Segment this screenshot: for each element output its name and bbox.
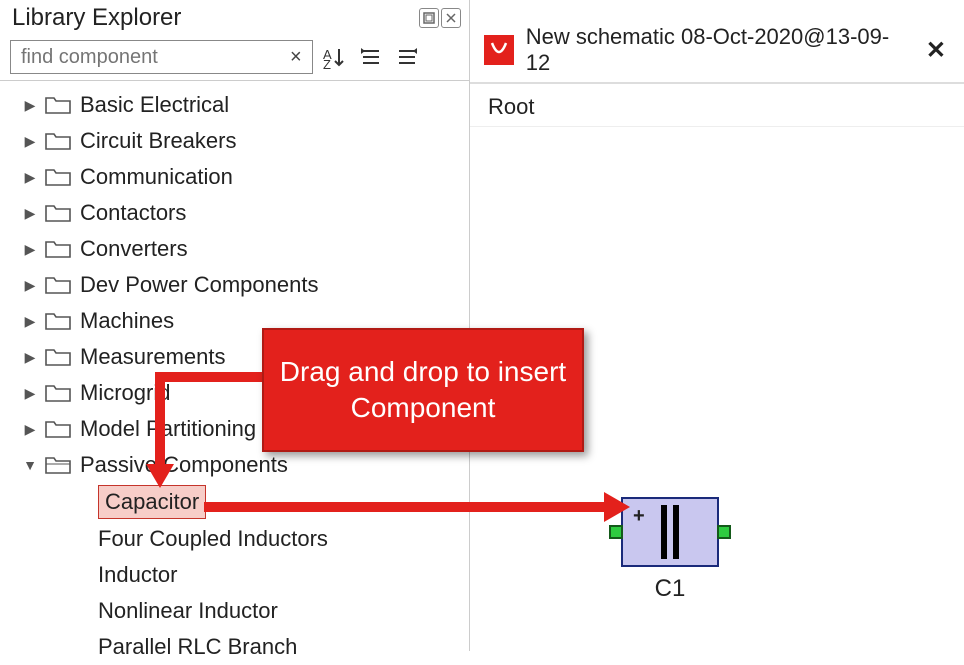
port-right[interactable] <box>717 525 731 539</box>
folder-icon <box>44 415 72 443</box>
tree-label: Converters <box>80 233 188 265</box>
tree-label: Measurements <box>80 341 226 373</box>
folder-icon <box>44 271 72 299</box>
tree-category-converters[interactable]: ▶ Converters <box>0 231 469 267</box>
tree-label: Communication <box>80 161 233 193</box>
clear-search-icon[interactable]: × <box>288 46 304 69</box>
chevron-right-icon: ▶ <box>20 305 40 337</box>
close-tab-icon[interactable]: ✕ <box>922 36 950 65</box>
folder-icon <box>44 343 72 371</box>
chevron-right-icon: ▶ <box>20 125 40 157</box>
schematic-panel: New schematic 08-Oct-2020@13-09-12 ✕ Roo… <box>470 0 964 651</box>
tree-category-contactors[interactable]: ▶ Contactors <box>0 195 469 231</box>
schematic-tab[interactable]: New schematic 08-Oct-2020@13-09-12 ✕ <box>470 0 964 84</box>
folder-icon <box>44 235 72 263</box>
folder-open-icon <box>44 451 72 479</box>
tree-item-four-coupled-inductors[interactable]: Four Coupled Inductors <box>0 521 469 557</box>
app-logo-icon <box>484 35 514 65</box>
close-panel-icon[interactable] <box>441 8 461 28</box>
annotation-callout: Drag and drop to insert Component <box>262 328 584 452</box>
tree-item-label: Four Coupled Inductors <box>98 523 328 555</box>
polarity-plus-icon: + <box>633 505 645 528</box>
breadcrumb[interactable]: Root <box>470 88 964 127</box>
tree-category-circuit-breakers[interactable]: ▶ Circuit Breakers <box>0 123 469 159</box>
tree-label: Model Partitioning <box>80 413 256 445</box>
port-left[interactable] <box>609 525 623 539</box>
tab-title: New schematic 08-Oct-2020@13-09-12 <box>522 24 914 76</box>
tree-category-communication[interactable]: ▶ Communication <box>0 159 469 195</box>
detach-panel-icon[interactable] <box>419 8 439 28</box>
tree-item-inductor[interactable]: Inductor <box>0 557 469 593</box>
folder-icon <box>44 127 72 155</box>
tree-item-label: Nonlinear Inductor <box>98 595 278 627</box>
svg-text:Z: Z <box>323 57 331 69</box>
search-input-container: × <box>10 40 313 74</box>
component-label: C1 <box>610 575 730 603</box>
annotation-arrow-down <box>155 372 165 468</box>
search-input[interactable] <box>19 45 288 70</box>
expand-all-icon[interactable] <box>393 43 421 71</box>
sort-icon[interactable]: AZ <box>321 43 349 71</box>
folder-icon <box>44 307 72 335</box>
tree-item-parallel-rlc-branch[interactable]: Parallel RLC Branch <box>0 629 469 665</box>
chevron-down-icon: ▼ <box>20 449 40 481</box>
tree-item-label: Inductor <box>98 559 178 591</box>
capacitor-symbol: + <box>621 497 719 567</box>
folder-icon <box>44 199 72 227</box>
tree-item-nonlinear-inductor[interactable]: Nonlinear Inductor <box>0 593 469 629</box>
tree-label: Machines <box>80 305 174 337</box>
tree-label: Circuit Breakers <box>80 125 236 157</box>
tree-category-dev-power[interactable]: ▶ Dev Power Components <box>0 267 469 303</box>
chevron-right-icon: ▶ <box>20 413 40 445</box>
tree-label: Basic Electrical <box>80 89 229 121</box>
tree-category-passive-components[interactable]: ▼ Passive Components <box>0 447 469 483</box>
tree-category-basic-electrical[interactable]: ▶ Basic Electrical <box>0 87 469 123</box>
chevron-right-icon: ▶ <box>20 341 40 373</box>
chevron-right-icon: ▶ <box>20 377 40 409</box>
tree-item-label: Capacitor <box>98 485 206 519</box>
library-explorer-panel: Library Explorer × AZ ▶ Basic Ele <box>0 0 470 651</box>
folder-icon <box>44 91 72 119</box>
chevron-right-icon: ▶ <box>20 269 40 301</box>
chevron-right-icon: ▶ <box>20 161 40 193</box>
folder-icon <box>44 379 72 407</box>
tree-item-label: Parallel RLC Branch <box>98 631 297 663</box>
chevron-right-icon: ▶ <box>20 89 40 121</box>
folder-icon <box>44 163 72 191</box>
tree-label: Dev Power Components <box>80 269 318 301</box>
library-title: Library Explorer <box>12 4 419 32</box>
annotation-arrow-right <box>204 502 608 512</box>
chevron-right-icon: ▶ <box>20 197 40 229</box>
annotation-text: Drag and drop to insert Component <box>278 354 568 427</box>
tree-label: Contactors <box>80 197 186 229</box>
chevron-right-icon: ▶ <box>20 233 40 265</box>
tree-label: Passive Components <box>80 449 288 481</box>
collapse-all-icon[interactable] <box>357 43 385 71</box>
